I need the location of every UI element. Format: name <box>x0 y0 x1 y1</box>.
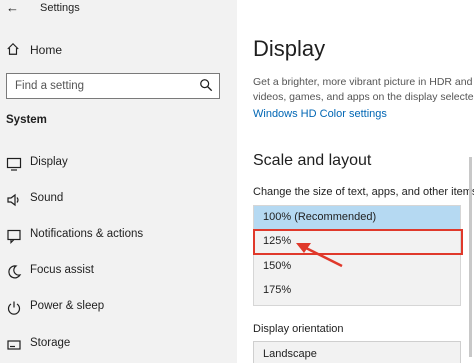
sidebar-item-power-sleep[interactable]: Power & sleep <box>0 296 237 320</box>
app-title: Settings <box>40 2 80 14</box>
scale-option-label: 100% (Recommended) <box>263 211 377 223</box>
speaker-icon <box>7 193 19 207</box>
sidebar-item-label: Sound <box>30 192 64 204</box>
scale-option-125[interactable]: 125% <box>254 230 460 253</box>
sidebar-item-notifications[interactable]: Notifications & actions <box>0 224 237 248</box>
sidebar-item-label: Display <box>30 156 68 168</box>
hdr-description-line: videos, games, and apps on the display s… <box>253 91 474 103</box>
sidebar-item-label: Home <box>30 43 63 57</box>
sidebar-item-focus-assist[interactable]: Focus assist <box>0 260 237 284</box>
sidebar-item-display[interactable]: Display <box>0 152 237 176</box>
scale-option-label: 150% <box>263 260 292 272</box>
moon-icon <box>8 265 22 279</box>
hd-color-settings-link[interactable]: Windows HD Color settings <box>253 108 387 120</box>
notification-icon <box>7 229 21 244</box>
scale-caption: Change the size of text, apps, and other… <box>253 186 474 198</box>
section-heading: System <box>6 114 47 126</box>
sidebar-item-label: Notifications & actions <box>30 228 144 240</box>
sidebar-item-label: Focus assist <box>30 264 94 276</box>
scrollbar[interactable] <box>469 157 472 357</box>
orientation-dropdown[interactable]: Landscape <box>253 341 461 363</box>
hdr-description: Get a brighter, more vibrant picture in … <box>253 75 474 105</box>
search-box[interactable] <box>6 73 220 99</box>
title-bar: ← Settings <box>0 0 237 18</box>
monitor-icon <box>6 157 22 171</box>
sidebar-item-label: Storage <box>30 337 71 349</box>
scale-option-label: 175% <box>263 284 292 296</box>
back-arrow-icon[interactable]: ← <box>6 0 19 15</box>
scale-option-175[interactable]: 175% <box>254 279 460 302</box>
sidebar: ← Settings Home System Display Sound <box>0 0 237 363</box>
sidebar-item-label: Power & sleep <box>30 300 105 312</box>
scale-option-100[interactable]: 100% (Recommended) <box>254 206 460 229</box>
scale-dropdown-list[interactable]: 100% (Recommended) 125% 150% 175% <box>253 205 461 306</box>
scale-option-label: 125% <box>263 235 292 247</box>
orientation-label: Display orientation <box>253 323 344 335</box>
scale-option-150[interactable]: 150% <box>254 255 460 278</box>
sidebar-item-storage[interactable]: Storage <box>0 333 237 357</box>
sidebar-item-home[interactable]: Home <box>0 38 237 62</box>
sidebar-item-sound[interactable]: Sound <box>0 188 237 212</box>
scale-layout-heading: Scale and layout <box>253 152 372 169</box>
power-icon <box>7 301 21 315</box>
storage-icon <box>7 340 21 350</box>
search-icon[interactable] <box>199 78 213 92</box>
main-content: Display Get a brighter, more vibrant pic… <box>237 0 474 363</box>
hdr-description-line: Get a brighter, more vibrant picture in … <box>253 76 473 88</box>
orientation-value: Landscape <box>263 348 317 360</box>
page-title: Display <box>253 36 326 61</box>
home-icon <box>7 42 19 55</box>
search-input[interactable] <box>7 74 195 98</box>
